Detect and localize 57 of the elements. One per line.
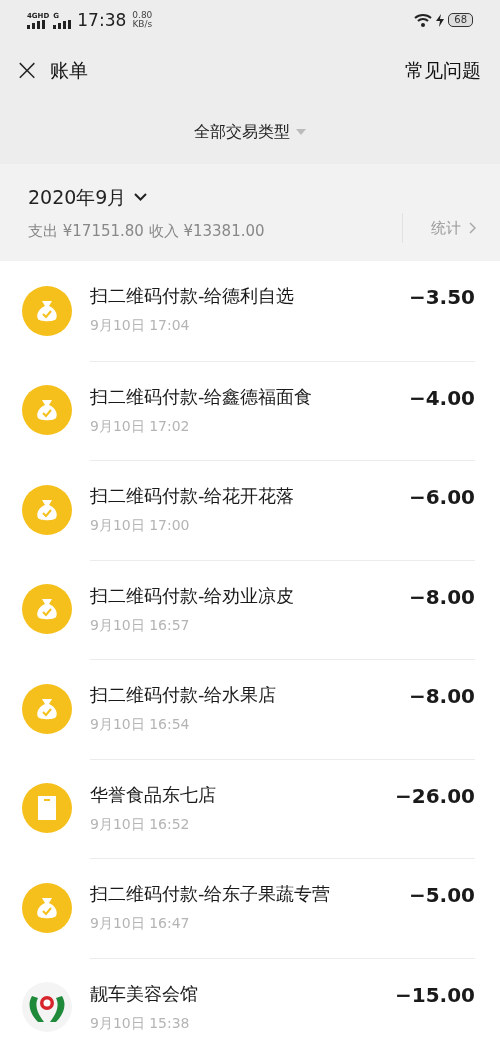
transaction-time: 9月10日 17:04: [90, 316, 191, 334]
logo-icon: [22, 982, 72, 1033]
wifi-icon: [414, 13, 433, 27]
network-speed: 0.80: [132, 11, 153, 20]
money-bag-icon: [22, 584, 72, 635]
money-bag-icon: [22, 683, 72, 734]
signal-icon: [53, 20, 72, 29]
transaction-row[interactable]: 靓车美容会馆 9月10日 15:38 −15.00: [0, 957, 500, 1055]
battery-indicator: 68: [448, 13, 473, 27]
faq-link[interactable]: 常见问题: [405, 55, 486, 85]
transaction-amount: −15.00: [394, 982, 475, 1007]
transaction-title: 扫二维码付款-给劝业凉皮: [90, 584, 295, 607]
clock: 17:38: [77, 12, 127, 29]
chevron-down-icon: [134, 193, 148, 202]
transaction-time: 9月10日 16:47: [90, 914, 191, 932]
money-bag-icon: [22, 484, 72, 535]
transaction-row[interactable]: 华誉食品东七店 9月10日 16:52 −26.00: [0, 758, 500, 858]
transaction-title: 扫二维码付款-给德利自选: [90, 285, 295, 307]
speed-unit: KB/s: [132, 20, 153, 29]
transaction-amount: −5.00: [408, 883, 475, 907]
transaction-title: 华誉食品东七店: [90, 783, 216, 806]
transaction-time: 9月10日 15:38: [90, 1013, 191, 1032]
document-icon: [22, 783, 72, 834]
transaction-row[interactable]: 扫二维码付款-给东子果蔬专营 9月10日 16:47 −5.00: [0, 858, 500, 958]
money-bag-icon: [22, 285, 72, 336]
month-selector[interactable]: 2020年9月: [28, 183, 265, 212]
transaction-amount: −26.00: [394, 783, 475, 808]
transaction-row[interactable]: 扫二维码付款-给水果店 9月10日 16:54 −8.00: [0, 659, 500, 759]
money-bag-icon: [22, 385, 72, 436]
close-button[interactable]: ×: [14, 55, 40, 85]
caret-icon: [296, 129, 306, 135]
transaction-amount: −8.00: [408, 584, 475, 609]
transaction-time: 9月10日 16:54: [90, 715, 191, 733]
signal-icon: [27, 20, 45, 29]
transaction-amount: −8.00: [408, 684, 475, 708]
transaction-time: 9月10日 16:57: [90, 615, 191, 634]
chevron-right-icon: [469, 222, 476, 234]
transaction-title: 靓车美容会馆: [90, 982, 198, 1005]
charging-icon: [436, 13, 445, 27]
month-summary: 支出 ¥17151.80 收入 ¥13381.00: [28, 220, 265, 242]
money-bag-icon: [22, 882, 72, 933]
transaction-row[interactable]: 扫二维码付款-给德利自选 9月10日 17:04 −3.50: [0, 261, 500, 361]
transaction-row[interactable]: 扫二维码付款-给劝业凉皮 9月10日 16:57 −8.00: [0, 559, 500, 659]
transaction-time: 9月10日 16:52: [90, 814, 191, 833]
transaction-type-dropdown[interactable]: 全部交易类型: [194, 120, 306, 144]
transaction-amount: −6.00: [408, 485, 475, 509]
transaction-row[interactable]: 扫二维码付款-给鑫德福面食 9月10日 17:02 −4.00: [0, 360, 500, 460]
transaction-title: 扫二维码付款-给鑫德福面食: [90, 385, 313, 408]
transaction-amount: −3.50: [408, 285, 475, 309]
transaction-time: 9月10日 17:00: [90, 516, 191, 534]
transaction-time: 9月10日 17:02: [90, 416, 191, 435]
transaction-amount: −4.00: [408, 385, 475, 410]
transaction-title: 扫二维码付款-给水果店: [90, 684, 277, 706]
transaction-row[interactable]: 扫二维码付款-给花开花落 9月10日 17:00 −6.00: [0, 460, 500, 560]
transaction-title: 扫二维码付款-给花开花落: [90, 485, 295, 507]
transaction-title: 扫二维码付款-给东子果蔬专营: [90, 883, 331, 905]
page-title: 账单: [50, 57, 88, 83]
